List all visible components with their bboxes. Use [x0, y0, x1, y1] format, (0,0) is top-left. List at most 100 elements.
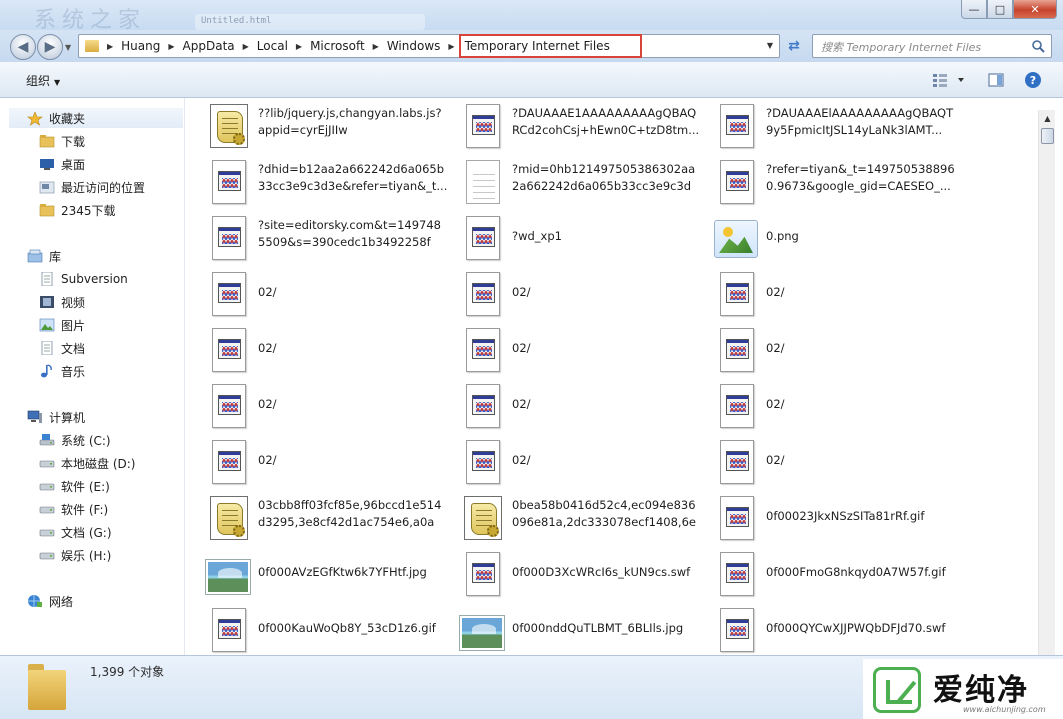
file-item[interactable]: 0f000nddQuTLBMT_6BLIls.jpg	[460, 606, 710, 658]
nav-item-recent-places[interactable]: 最近访问的位置	[39, 177, 145, 197]
scroll-up-arrow[interactable]: ▲	[1039, 110, 1056, 127]
nav-item-drive-h[interactable]: 娱乐 (H:)	[39, 545, 111, 565]
nav-item-documents[interactable]: 文档	[39, 338, 85, 358]
web-document-icon	[714, 438, 758, 486]
file-item[interactable]: 02/	[206, 270, 456, 322]
file-name: 02/	[512, 453, 531, 467]
search-input[interactable]: 搜索 Temporary Internet Files	[812, 34, 1052, 58]
file-item[interactable]: 0f000FmoG8nkqyd0A7W57f.gif	[714, 550, 964, 602]
refresh-icon: ⇄	[788, 38, 800, 54]
png-image-icon	[714, 214, 758, 262]
file-item[interactable]: 02/	[460, 270, 710, 322]
breadcrumb-separator[interactable]: ▶	[105, 42, 115, 51]
nav-computer[interactable]: 计算机	[27, 407, 85, 427]
search-icon[interactable]	[1031, 39, 1045, 53]
file-item[interactable]: 02/	[714, 438, 964, 490]
back-button[interactable]: ◀	[10, 34, 36, 60]
nav-item-drive-c[interactable]: 系统 (C:)	[39, 430, 111, 450]
explorer-body: 收藏夹下载桌面最近访问的位置 2345下载库 Subversion 视频图片文档音乐计…	[0, 98, 1063, 655]
preview-pane-icon[interactable]	[988, 72, 1004, 88]
nav-favorites[interactable]: 收藏夹	[9, 108, 183, 128]
forward-arrow-icon: ▶	[44, 39, 56, 55]
organize-menu[interactable]: 组织 ▼	[26, 72, 60, 89]
address-bar[interactable]: ▶ Huang ▶ AppData ▶ Local ▶ Microsoft ▶ Windows ▶…	[78, 34, 780, 58]
file-item[interactable]: 02/	[206, 326, 456, 378]
web-document-icon	[460, 382, 504, 430]
nav-item-drive-d[interactable]: 本地磁盘 (D:)	[39, 453, 135, 473]
file-item[interactable]: 02/	[714, 326, 964, 378]
maximize-button[interactable]: □	[987, 0, 1013, 19]
item-count: 1,399 个对象	[90, 665, 165, 679]
views-icon[interactable]	[932, 72, 966, 88]
nav-item-pictures[interactable]: 图片	[39, 315, 85, 335]
nav-item-desktop[interactable]: 桌面	[39, 154, 85, 174]
nav-item-downloads[interactable]: 下载	[39, 131, 85, 151]
nav-item-2345-downloads[interactable]: 2345下载	[39, 200, 116, 220]
help-icon[interactable]: ?	[1024, 71, 1042, 89]
file-item[interactable]: 02/	[206, 438, 456, 490]
vertical-scrollbar[interactable]: ▲	[1038, 110, 1055, 655]
file-item[interactable]: 03cbb8ff03fcf85e,96bccd1e514d3295,3e8cf4…	[206, 494, 456, 546]
breadcrumb-separator[interactable]: ▶	[166, 42, 176, 51]
title-bar: 系统之家 Untitled.html — □ ✕	[0, 0, 1063, 33]
recent-pages-dropdown[interactable]: ▼	[65, 43, 71, 52]
web-document-icon	[714, 270, 758, 318]
breadcrumb-separator[interactable]: ▶	[241, 42, 251, 51]
breadcrumb-item[interactable]: AppData	[177, 39, 241, 53]
nav-item-label: 娱乐 (H:)	[61, 548, 112, 563]
web-document-icon	[206, 270, 250, 318]
file-item[interactable]: 02/	[460, 326, 710, 378]
web-document-icon	[714, 606, 758, 654]
file-item[interactable]: 02/	[206, 382, 456, 434]
file-item[interactable]: 0f000QYCwXJJPWQbDFJd70.swf	[714, 606, 964, 658]
breadcrumb-current[interactable]: Temporary Internet Files	[458, 34, 642, 58]
breadcrumb-separator[interactable]: ▶	[446, 42, 456, 51]
refresh-button[interactable]: ⇄	[782, 36, 806, 56]
file-item[interactable]: 02/	[460, 382, 710, 434]
web-document-icon	[460, 102, 504, 150]
breadcrumb-separator[interactable]: ▶	[294, 42, 304, 51]
close-button[interactable]: ✕	[1013, 0, 1057, 19]
breadcrumb-item[interactable]: Windows	[381, 39, 447, 53]
file-item[interactable]: ?DAUAAAElAAAAAAAAAgQBAQT9y5FpmicItJSL14y…	[714, 102, 964, 154]
file-item[interactable]: 0f000AVzEGfKtw6k7YFHtf.jpg	[206, 550, 456, 602]
file-item[interactable]: ??lib/jquery.js,changyan.labs.js?appid=c…	[206, 102, 456, 154]
breadcrumb-item[interactable]: Microsoft	[304, 39, 371, 53]
breadcrumb-separator[interactable]: ▶	[371, 42, 381, 51]
nav-item-drive-g[interactable]: 文档 (G:)	[39, 522, 112, 542]
file-item[interactable]: ?DAUAAAE1AAAAAAAAAgQBAQRCd2cohCsj+hEwn0C…	[460, 102, 710, 154]
file-item[interactable]: 0f00023JkxNSzSITa81rRf.gif	[714, 494, 964, 546]
nav-item-drive-f[interactable]: 软件 (F:)	[39, 499, 108, 519]
scroll-thumb[interactable]	[1041, 128, 1054, 144]
minimize-button[interactable]: —	[961, 0, 987, 19]
sysdrive-icon	[39, 433, 55, 447]
file-item[interactable]: 0f000D3XcWRcI6s_kUN9cs.swf	[460, 550, 710, 602]
nav-libraries[interactable]: 库	[27, 246, 61, 266]
breadcrumb: Huang ▶ AppData ▶ Local ▶ Microsoft ▶ Windows ▶	[115, 35, 456, 57]
command-bar: 组织 ▼ ?	[0, 62, 1063, 98]
file-item[interactable]: 02/	[714, 270, 964, 322]
file-item[interactable]: ?wd_xp1	[460, 214, 710, 266]
nav-item-subversion[interactable]: Subversion	[39, 269, 128, 289]
file-item[interactable]: ?mid=0hb121497505386302aa2a662242d6a065b…	[460, 158, 710, 210]
nav-item-videos[interactable]: 视频	[39, 292, 85, 312]
nav-item-music[interactable]: 音乐	[39, 361, 85, 381]
nav-network[interactable]: 网络	[27, 591, 73, 611]
back-arrow-icon: ◀	[17, 39, 29, 55]
breadcrumb-item[interactable]: Local	[251, 39, 294, 53]
file-item[interactable]: 0.png	[714, 214, 964, 266]
file-item[interactable]: 02/	[714, 382, 964, 434]
nav-item-drive-e[interactable]: 软件 (E:)	[39, 476, 110, 496]
file-name: 0f000D3XcWRcI6s_kUN9cs.swf	[512, 565, 691, 579]
file-item[interactable]: ?dhid=b12aa2a662242d6a065b33cc3e9c3d3e&r…	[206, 158, 456, 210]
forward-button[interactable]: ▶	[37, 34, 63, 60]
file-item[interactable]: 02/	[460, 438, 710, 490]
breadcrumb-item[interactable]: Huang	[115, 39, 166, 53]
address-history-dropdown[interactable]: ▼	[767, 41, 773, 50]
file-grid: ??lib/jquery.js,changyan.labs.js?appid=c…	[200, 98, 1038, 655]
file-item[interactable]: 0bea58b0416d52c4,ec094e836096e81a,2dc333…	[460, 494, 710, 546]
file-item[interactable]: 0f000KauWoQb8Y_53cD1z6.gif	[206, 606, 456, 658]
file-name: 0f000nddQuTLBMT_6BLIls.jpg	[512, 621, 684, 635]
file-item[interactable]: ?site=editorsky.com&t=1497485509&s=390ce…	[206, 214, 456, 266]
file-item[interactable]: ?refer=tiyan&_t=1497505388960.9673&googl…	[714, 158, 964, 210]
